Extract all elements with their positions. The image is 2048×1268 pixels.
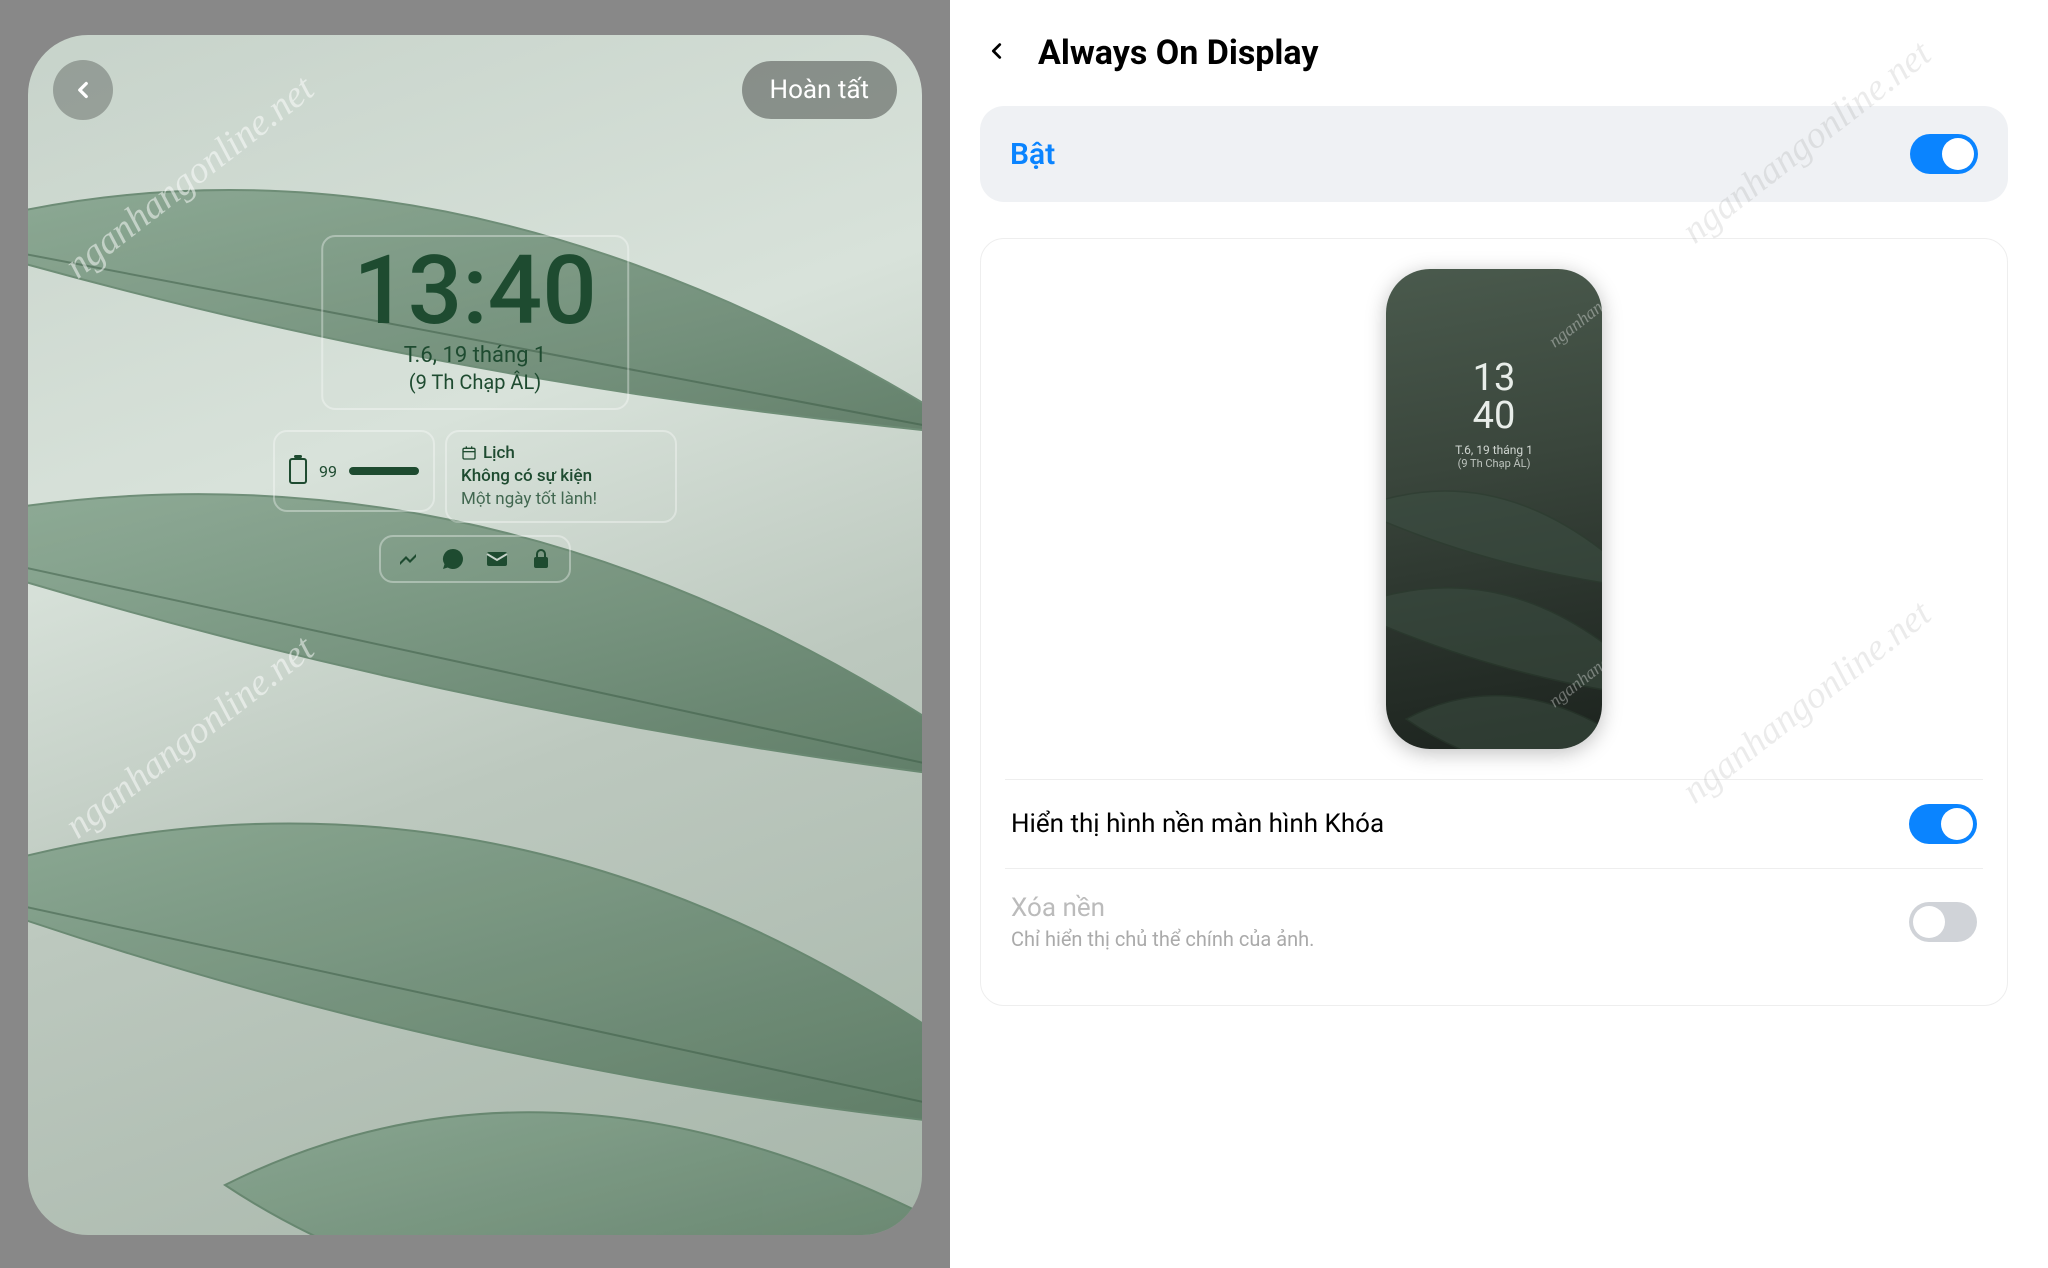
remove-bg-label: Xóa nền bbox=[1011, 893, 1314, 923]
remove-bg-toggle[interactable] bbox=[1909, 902, 1977, 942]
calendar-label: Lịch bbox=[483, 442, 515, 465]
aod-wallpaper bbox=[1386, 269, 1602, 749]
mail-icon bbox=[485, 547, 509, 571]
master-toggle-card: Bật bbox=[980, 106, 2008, 202]
aod-settings-panel: nganhangonline.net nganhangonline.net Al… bbox=[950, 0, 2048, 1268]
calendar-wish: Một ngày tốt lành! bbox=[461, 488, 661, 511]
time-text: 13:40 bbox=[353, 243, 597, 339]
lunar-text: (9 Th Chạp ÂL) bbox=[353, 370, 597, 394]
back-button[interactable] bbox=[53, 60, 113, 120]
calendar-widget[interactable]: Lịch Không có sự kiện Một ngày tốt lành! bbox=[445, 430, 677, 523]
missed-call-icon bbox=[397, 547, 421, 571]
show-wallpaper-toggle[interactable] bbox=[1909, 804, 1977, 844]
battery-widget[interactable]: 99 bbox=[273, 430, 435, 512]
battery-icon bbox=[289, 458, 307, 484]
clock-widget[interactable]: 13:40 T.6, 19 tháng 1 (9 Th Chạp ÂL) bbox=[321, 235, 629, 410]
widgets-row: 99 Lịch Không có sự kiện Một ngày tốt là… bbox=[273, 430, 677, 523]
calendar-empty: Không có sự kiện bbox=[461, 465, 661, 488]
battery-bar bbox=[349, 467, 419, 475]
chevron-left-icon bbox=[986, 36, 1008, 66]
aod-preview-card: nganhangonline.net nganhangonline.net 13… bbox=[980, 238, 2008, 1006]
lock-icon bbox=[529, 547, 553, 571]
aod-preview[interactable]: nganhangonline.net nganhangonline.net 13… bbox=[1386, 269, 1602, 749]
battery-value: 99 bbox=[319, 462, 337, 481]
calendar-icon bbox=[461, 445, 477, 461]
done-button[interactable]: Hoàn tất bbox=[742, 61, 897, 119]
phone-preview: nganhangonline.net nganhangonline.net Ho… bbox=[28, 35, 922, 1235]
wallpaper-leaves bbox=[28, 35, 922, 1235]
on-label: Bật bbox=[1010, 137, 1055, 172]
page-title: Always On Display bbox=[1038, 33, 1318, 73]
notification-icons-widget[interactable] bbox=[379, 535, 571, 583]
show-wallpaper-label: Hiển thị hình nền màn hình Khóa bbox=[1011, 809, 1384, 839]
aod-hour: 13 bbox=[1386, 359, 1602, 397]
aod-date: T.6, 19 tháng 1 bbox=[1386, 443, 1602, 457]
lockscreen-editor-panel: nganhangonline.net nganhangonline.net Ho… bbox=[0, 0, 950, 1268]
message-icon bbox=[441, 547, 465, 571]
chevron-left-icon bbox=[70, 77, 96, 103]
back-button[interactable] bbox=[980, 30, 1014, 76]
remove-bg-sub: Chỉ hiển thị chủ thể chính của ảnh. bbox=[1011, 927, 1314, 951]
aod-min: 40 bbox=[1386, 397, 1602, 435]
aod-master-toggle[interactable] bbox=[1910, 134, 1978, 174]
aod-lunar: (9 Th Chạp ÂL) bbox=[1386, 457, 1602, 470]
